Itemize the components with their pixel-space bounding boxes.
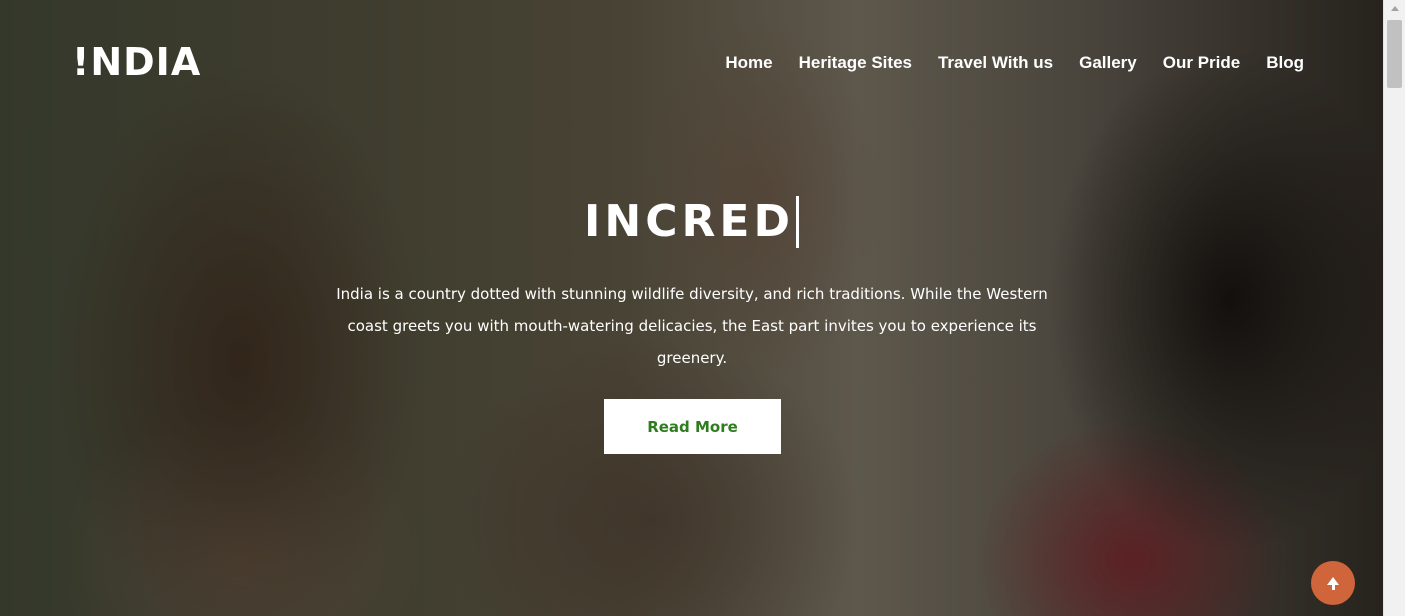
page-scrollbar[interactable] bbox=[1383, 0, 1405, 616]
scrollbar-thumb[interactable] bbox=[1387, 20, 1402, 88]
nav-item-travel-with-us[interactable]: Travel With us bbox=[938, 51, 1053, 75]
site-logo[interactable]: !NDIA bbox=[72, 40, 201, 84]
nav-item-home[interactable]: Home bbox=[725, 51, 772, 75]
main-nav: Home Heritage Sites Travel With us Galle… bbox=[699, 51, 1304, 75]
read-more-button[interactable]: Read More bbox=[604, 399, 781, 454]
browser-viewport: !NDIA Home Heritage Sites Travel With us… bbox=[0, 0, 1405, 616]
nav-item-our-pride[interactable]: Our Pride bbox=[1163, 51, 1240, 75]
arrow-up-icon-stem bbox=[1331, 584, 1335, 590]
hero-description: India is a country dotted with stunning … bbox=[336, 285, 1048, 367]
nav-item-gallery[interactable]: Gallery bbox=[1079, 51, 1137, 75]
nav-item-blog[interactable]: Blog bbox=[1266, 51, 1304, 75]
nav-item-heritage-sites[interactable]: Heritage Sites bbox=[799, 51, 912, 75]
hero-headline: INCRED bbox=[0, 196, 1383, 248]
typing-cursor bbox=[795, 196, 799, 248]
hero-section: !NDIA Home Heritage Sites Travel With us… bbox=[0, 0, 1383, 616]
hero-headline-text: INCRED bbox=[584, 196, 794, 247]
scroll-up-arrow-icon[interactable] bbox=[1384, 0, 1405, 17]
back-to-top-button[interactable] bbox=[1311, 561, 1355, 605]
